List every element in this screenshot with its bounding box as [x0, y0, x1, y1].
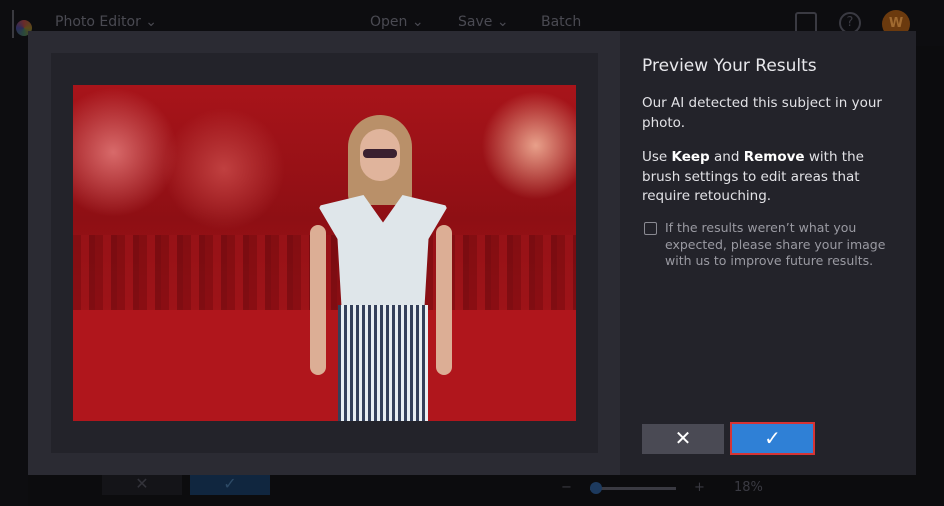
instructions-text: Use Keep and Remove with the brush setti… [642, 149, 864, 204]
checkmark-icon: ✓ [764, 427, 781, 450]
zoom-slider-handle[interactable] [590, 482, 602, 494]
preview-modal: Preview Your Results Our AI detected thi… [28, 31, 916, 475]
cancel-button[interactable]: ✕ [642, 424, 724, 454]
close-icon: ✕ [674, 428, 692, 450]
zoom-slider[interactable] [590, 482, 676, 494]
masked-photo-preview [73, 85, 576, 421]
batch-link[interactable]: Batch [541, 14, 581, 30]
photo-editor-menu[interactable]: Photo Editor ⌄ [55, 14, 157, 30]
feedback-label[interactable]: If the results weren’t what you expected… [665, 220, 900, 270]
zoom-level: 18% [734, 480, 763, 495]
detected-subject [308, 115, 458, 421]
toolbar-apply-button[interactable]: ✓ [190, 475, 270, 495]
sidebar [0, 46, 28, 506]
description-text: Our AI detected this subject in your pho… [642, 95, 882, 131]
open-menu[interactable]: Open ⌄ [370, 14, 424, 30]
save-menu[interactable]: Save ⌄ [458, 14, 509, 30]
zoom-in-button[interactable]: + [694, 480, 705, 495]
confirm-button[interactable]: ✓ [730, 422, 815, 455]
feedback-checkbox[interactable] [644, 222, 657, 235]
info-panel: Preview Your Results Our AI detected thi… [620, 31, 916, 475]
toolbar-cancel-button[interactable]: ✕ [102, 475, 182, 495]
zoom-out-button[interactable]: − [561, 480, 572, 495]
modal-title: Preview Your Results [642, 56, 817, 76]
